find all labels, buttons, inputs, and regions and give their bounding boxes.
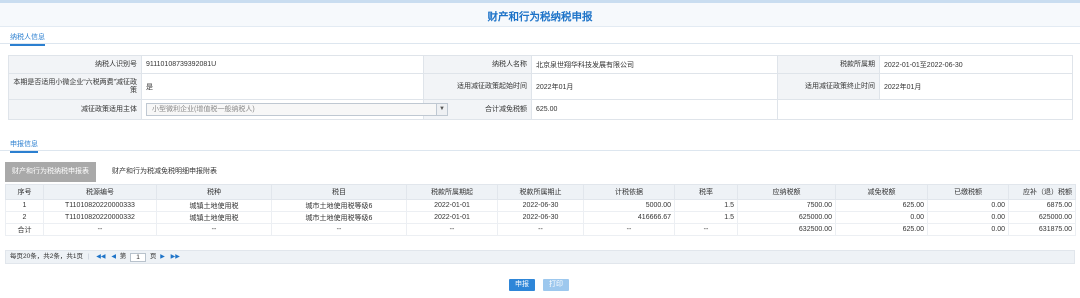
cell: 5000.00 — [583, 199, 675, 212]
col-header: 已缴税额 — [927, 184, 1009, 200]
policy-end-value: 2022年01月 — [879, 73, 1073, 100]
cell: -- — [497, 223, 584, 236]
table-total-row: 合计 -- -- -- -- -- -- -- 632500.00 625.00… — [5, 223, 1076, 236]
taxpayer-name-label: 纳税人名称 — [423, 55, 532, 74]
section-divider — [0, 43, 1080, 44]
cell: 632500.00 — [737, 223, 836, 236]
cell: 1 — [5, 199, 44, 212]
cell: 0.00 — [835, 211, 928, 224]
policy-end-label: 适用减征政策终止时间 — [777, 73, 880, 100]
col-header: 税源编号 — [43, 184, 157, 200]
cell: -- — [271, 223, 407, 236]
col-header: 减免税额 — [835, 184, 928, 200]
cell: 625.00 — [835, 199, 928, 212]
small-business-policy-label: 本期是否适用小微企业“六税两费”减征政策 — [8, 73, 142, 100]
table-header-row: 序号 税源编号 税种 税目 税款所属期起 税款所属期止 计税依据 税率 应纳税额… — [5, 184, 1076, 200]
taxpayer-id-value: 91110108739392081U — [141, 55, 424, 74]
last-page-icon[interactable]: ▶▶ — [171, 251, 180, 263]
pagination-bar: 每页20条，共2条，共1页 | ◀◀ ◀ 第 1 页 ▶ ▶▶ — [5, 250, 1075, 264]
col-header: 序号 — [5, 184, 44, 200]
cell: 城市土地使用税等级6 — [271, 211, 407, 224]
cell: 2022-01-01 — [406, 199, 498, 212]
cell: T11010820220000332 — [43, 211, 157, 224]
cell: -- — [674, 223, 738, 236]
col-header: 税率 — [674, 184, 738, 200]
cell: 合计 — [5, 223, 44, 236]
total-reduction-value: 625.00 — [531, 99, 778, 120]
cell: 1.5 — [674, 211, 738, 224]
next-page-icon[interactable]: ▶ — [160, 251, 165, 263]
col-header: 税款所属期止 — [497, 184, 584, 200]
cell: 625000.00 — [737, 211, 836, 224]
cell: 416666.67 — [583, 211, 675, 224]
section-divider — [0, 150, 1080, 151]
taxpayer-info-table: 纳税人识别号 91110108739392081U 纳税人名称 北京泉世翔华科技… — [8, 55, 1073, 120]
pager-divider: | — [87, 253, 90, 260]
cell: 625000.00 — [1008, 211, 1076, 224]
page-number-input[interactable]: 1 — [130, 252, 147, 262]
chevron-down-icon[interactable]: ▼ — [436, 104, 447, 115]
cell: 631875.00 — [1008, 223, 1076, 236]
cell: -- — [583, 223, 675, 236]
submit-button[interactable]: 申报 — [509, 279, 535, 291]
page-title: 财产和行为税纳税申报 — [487, 11, 593, 23]
subtab-reduction-schedule[interactable]: 财产和行为税减免税明细申报附表 — [104, 162, 225, 182]
cell: 6875.00 — [1008, 199, 1076, 212]
cell: 2022-01-01 — [406, 211, 498, 224]
page-prefix-label: 第 — [119, 253, 127, 260]
cell: 0.00 — [927, 223, 1009, 236]
cell: 城镇土地使用税 — [156, 211, 272, 224]
col-header: 税种 — [156, 184, 272, 200]
cell: 城镇土地使用税 — [156, 199, 272, 212]
cell: 1.5 — [674, 199, 738, 212]
policy-start-value: 2022年01月 — [531, 73, 778, 100]
title-bar: 财产和行为税纳税申报 — [0, 3, 1080, 27]
cell: 0.00 — [927, 199, 1009, 212]
policy-subject-select[interactable]: 小型微利企业(增值税一般纳税人) ▼ — [146, 103, 448, 116]
col-header: 税目 — [271, 184, 407, 200]
tax-period-value: 2022-01-01至2022-06-30 — [879, 55, 1073, 74]
policy-subject-cell: 小型微利企业(增值税一般纳税人) ▼ — [141, 99, 448, 120]
cell: 0.00 — [927, 211, 1009, 224]
policy-subject-label: 减征政策适用主体 — [8, 99, 142, 120]
info-row: 本期是否适用小微企业“六税两费”减征政策 是 适用减征政策起始时间 2022年0… — [8, 73, 1073, 100]
first-page-icon[interactable]: ◀◀ — [96, 251, 105, 263]
cell: -- — [156, 223, 272, 236]
col-header: 应补（退）税额 — [1008, 184, 1076, 200]
table-row[interactable]: 2 T11010820220000332 城镇土地使用税 城市土地使用税等级6 … — [5, 211, 1076, 224]
taxpayer-id-label: 纳税人识别号 — [8, 55, 142, 74]
cell: -- — [406, 223, 498, 236]
pagination-summary: 每页20条，共2条，共1页 — [10, 253, 83, 260]
cell: 2 — [5, 211, 44, 224]
info-row: 减征政策适用主体 小型微利企业(增值税一般纳税人) ▼ 合计减免税额 625.0… — [8, 99, 1073, 120]
empty-cell — [777, 99, 1073, 120]
taxpayer-name-value: 北京泉世翔华科技发展有限公司 — [531, 55, 778, 74]
print-button[interactable]: 打印 — [543, 279, 569, 291]
col-header: 税款所属期起 — [406, 184, 498, 200]
col-header: 计税依据 — [583, 184, 675, 200]
policy-subject-selected: 小型微利企业(增值税一般纳税人) — [152, 106, 255, 113]
policy-start-label: 适用减征政策起始时间 — [423, 73, 532, 100]
cell: 2022-06-30 — [497, 211, 584, 224]
tax-period-label: 税款所属期 — [777, 55, 880, 74]
cell: 7500.00 — [737, 199, 836, 212]
info-row: 纳税人识别号 91110108739392081U 纳税人名称 北京泉世翔华科技… — [8, 55, 1073, 74]
subtab-main-report[interactable]: 财产和行为税纳税申报表 — [5, 162, 96, 182]
cell: 625.00 — [835, 223, 928, 236]
small-business-policy-value: 是 — [141, 73, 424, 100]
table-row[interactable]: 1 T11010820220000333 城镇土地使用税 城市土地使用税等级6 … — [5, 199, 1076, 212]
page-suffix-label: 页 — [149, 253, 157, 260]
cell: 2022-06-30 — [497, 199, 584, 212]
cell: -- — [43, 223, 157, 236]
cell: 城市土地使用税等级6 — [271, 199, 407, 212]
declaration-table: 序号 税源编号 税种 税目 税款所属期起 税款所属期止 计税依据 税率 应纳税额… — [5, 184, 1076, 236]
cell: T11010820220000333 — [43, 199, 157, 212]
col-header: 应纳税额 — [737, 184, 836, 200]
prev-page-icon[interactable]: ◀ — [111, 251, 116, 263]
